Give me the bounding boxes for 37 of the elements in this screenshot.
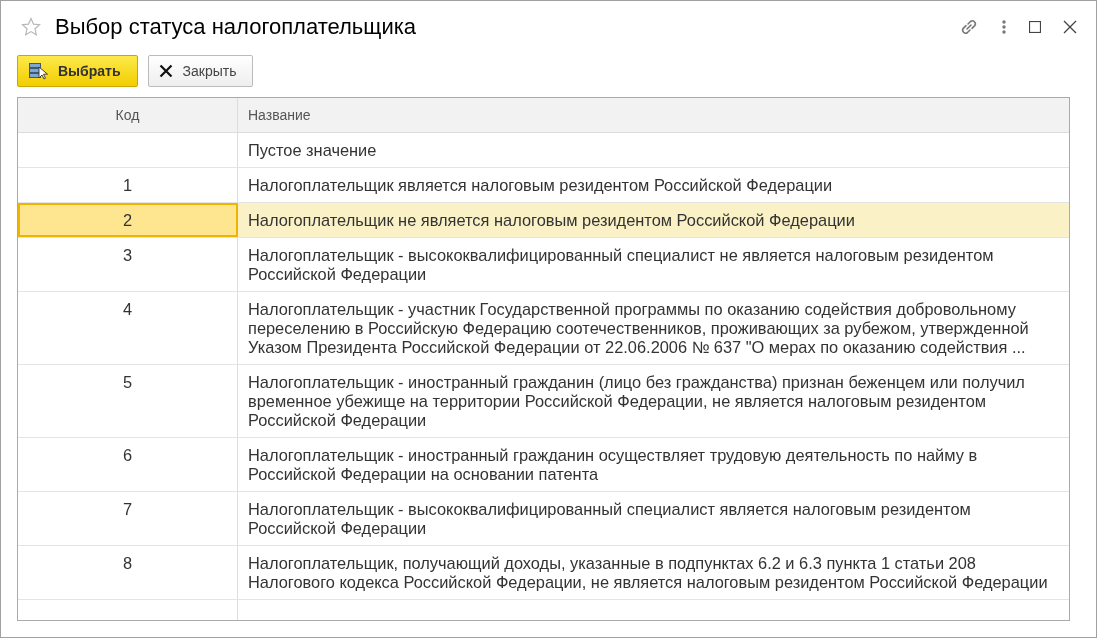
table-row[interactable]: 7 Налогоплательщик - высококвалифицированный специалист является налоговым резидентом Российской Федерации: [18, 492, 1069, 546]
code-cell: 5: [122, 373, 133, 391]
table-row[interactable]: 6 Налогоплательщик - иностранный гражданин осуществляет трудовую деятельность по найму в Российской Федерации на основании патента: [18, 438, 1069, 492]
window-title: Выбор статуса налогоплательщика: [55, 14, 417, 40]
table-row[interactable]: 3 Налогоплательщик - высококвалифицированный специалист не является налоговым резидентом Российской Федерации: [18, 238, 1069, 292]
name-cell: Налогоплательщик не является налоговым резидентом Российской Федерации: [248, 211, 855, 229]
table-row[interactable]: [18, 365, 1069, 438]
table-row[interactable]: [18, 292, 1069, 365]
code-cell: 1: [122, 176, 133, 194]
close-icon[interactable]: [1063, 20, 1077, 34]
name-cell: Налогоплательщик - иностранный гражданин осуществляет трудовую деятельность по найму в Российской Федерации на основании патента: [248, 446, 978, 483]
code-cell: 2: [122, 211, 133, 229]
name-cell: Налогоплательщик - участник Государственной программы по оказанию содействия добровольному переселению в Российскую Федерацию соотечественников, проживающих за рубежом, утвержденной Указом Президента Российской Федерации от 22.06.2006 № 637 "О мерах по оказанию содействия ...: [248, 300, 1029, 356]
name-cell: Налогоплательщик, получающий доходы, указанные в подпунктах 6.2 и 6.3 пункта 1 статьи 208 Налогового кодекса Российской Федерации, не является налоговым резидентом Российской Федерации: [248, 554, 1048, 591]
select-list-icon: [28, 62, 48, 80]
code-cell: 7: [122, 500, 133, 518]
more-icon[interactable]: [1001, 19, 1007, 35]
select-button[interactable]: Выбрать: [17, 55, 138, 87]
star-icon[interactable]: [21, 17, 41, 37]
name-cell: Налогоплательщик - высококвалифицированный специалист не является налоговым резидентом Российской Федерации: [248, 246, 994, 283]
link-icon[interactable]: [959, 17, 979, 37]
table-row[interactable]: 2 Налогоплательщик не является налоговым резидентом Российской Федерации: [18, 203, 1069, 238]
column-header[interactable]: Название: [238, 98, 1069, 132]
name-cell: Налогоплательщик является налоговым резидентом Российской Федерации: [248, 176, 833, 194]
code-cell: 6: [122, 446, 133, 464]
code-cell: 3: [122, 246, 133, 264]
table-row[interactable]: 8 Налогоплательщик, получающий доходы, указанные в подпунктах 6.2 и 6.3 пункта 1 статьи 208 Налогового кодекса Российской Федерации, не является налоговым резидентом Российской Федерации: [18, 546, 1069, 600]
table-row[interactable]: Пустое значение: [18, 133, 1069, 168]
close-icon: [158, 64, 173, 78]
code-cell: 4: [122, 300, 133, 318]
maximize-icon[interactable]: [1029, 21, 1041, 33]
column-header[interactable]: Код: [18, 98, 238, 132]
code-cell: 8: [122, 554, 133, 572]
close-button[interactable]: Закрыть: [147, 55, 254, 87]
name-cell: Налогоплательщик - высококвалифицированный специалист является налоговым резидентом Российской Федерации: [248, 500, 971, 537]
name-cell: Пустое значение: [248, 141, 377, 159]
name-cell: Налогоплательщик - иностранный гражданин (лицо без гражданства) признан беженцем или получил временное убежище на территории Российской Федерации, не является налоговым резидентом Российской Федерации: [248, 373, 1025, 429]
